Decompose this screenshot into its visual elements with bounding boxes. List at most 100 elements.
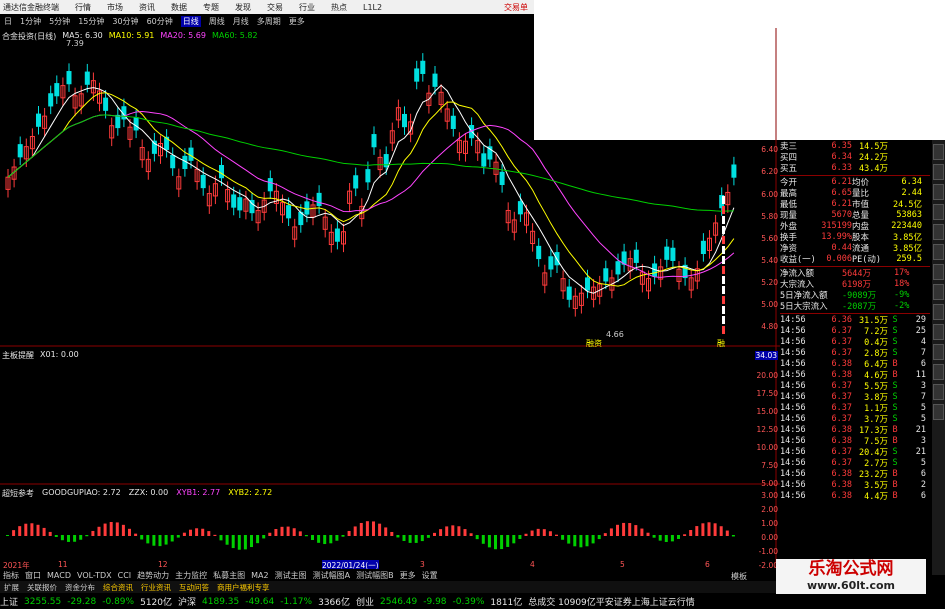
index-name: 上证 bbox=[0, 598, 19, 608]
oscillator-bar bbox=[707, 522, 711, 536]
extension-tab[interactable]: 资金分布 bbox=[65, 582, 95, 593]
side-button[interactable] bbox=[933, 204, 944, 220]
indicator-tab[interactable]: 窗口 bbox=[25, 570, 41, 581]
menu-item-data[interactable]: 数据 bbox=[171, 2, 187, 13]
tick-row: 14:56 6.37 1.1万 S 5 bbox=[780, 402, 930, 414]
indicator-tab[interactable]: 测试幅图A bbox=[313, 570, 350, 581]
order-level: 买五 6.33 43.4万 bbox=[780, 162, 930, 174]
indicator-tab[interactable]: VOL-TDX bbox=[77, 571, 112, 580]
oscillator-bar bbox=[457, 526, 461, 536]
oscillator-bar bbox=[725, 530, 729, 536]
date-tick: 11 bbox=[58, 560, 68, 569]
extension-tab[interactable]: 行业资讯 bbox=[141, 582, 171, 593]
menu-item-news[interactable]: 资讯 bbox=[139, 2, 155, 13]
indicator-tab[interactable]: MA2 bbox=[251, 571, 268, 580]
period-monthly[interactable]: 月线 bbox=[233, 16, 249, 27]
stat-value: 315199 bbox=[821, 220, 852, 231]
menu-item-hot[interactable]: 热点 bbox=[331, 2, 347, 13]
candle-body bbox=[365, 169, 371, 183]
extension-tab[interactable]: 扩展 bbox=[4, 582, 19, 593]
extension-tab[interactable]: 互动问答 bbox=[179, 582, 209, 593]
tick-count: 7 bbox=[920, 391, 926, 402]
indicator-tab[interactable]: 测试幅图B bbox=[356, 570, 394, 581]
axis-tick: 5.60 bbox=[761, 234, 778, 243]
period-day[interactable]: 日 bbox=[4, 16, 12, 27]
period-1min[interactable]: 1分钟 bbox=[20, 16, 41, 27]
oscillator-bar bbox=[384, 527, 388, 536]
tick-count: 5 bbox=[920, 402, 926, 413]
side-button[interactable] bbox=[933, 184, 944, 200]
oscillator-bar bbox=[341, 535, 345, 537]
side-button[interactable] bbox=[933, 164, 944, 180]
oscillator-bar bbox=[42, 527, 46, 536]
indicator-tab[interactable]: 私募主图 bbox=[213, 570, 245, 581]
side-button[interactable] bbox=[933, 404, 944, 420]
tick-count: 21 bbox=[915, 446, 926, 457]
side-button[interactable] bbox=[933, 244, 944, 260]
menu-item-discover[interactable]: 发现 bbox=[235, 2, 251, 13]
kline-chart[interactable]: 7.39 4.66 融资 融 bbox=[0, 28, 780, 568]
stat-row: 净资 0.44 流通 3.85亿 bbox=[780, 242, 930, 254]
side-button[interactable] bbox=[933, 344, 944, 360]
extension-tab[interactable]: 关联报价 bbox=[27, 582, 57, 593]
indicator-tab[interactable]: 设置 bbox=[422, 570, 438, 581]
indicator-tab[interactable]: 更多 bbox=[400, 570, 416, 581]
oscillator-bar bbox=[237, 535, 241, 550]
extension-tab[interactable]: 商用户福利专享 bbox=[217, 582, 270, 593]
indicator-tab[interactable]: CCI bbox=[118, 571, 132, 580]
candle-body bbox=[402, 113, 407, 128]
side-button[interactable] bbox=[933, 324, 944, 340]
side-button[interactable] bbox=[933, 304, 944, 320]
indicator-tab[interactable]: 测试主图 bbox=[275, 570, 307, 581]
menu-item-topic[interactable]: 专题 bbox=[203, 2, 219, 13]
candle-body bbox=[615, 261, 621, 275]
oscillator-bar bbox=[506, 535, 510, 547]
side-button[interactable] bbox=[933, 364, 944, 380]
period-multi[interactable]: 多周期 bbox=[257, 16, 281, 27]
indicator-tab[interactable]: MACD bbox=[47, 571, 71, 580]
indicator-tab[interactable]: 主力监控 bbox=[175, 570, 207, 581]
index-value: 3255.55 bbox=[24, 596, 62, 607]
indicator-tab[interactable]: 趋势动力 bbox=[137, 570, 169, 581]
period-15min[interactable]: 15分钟 bbox=[78, 16, 104, 27]
template-button[interactable]: 模板 bbox=[731, 571, 747, 582]
oscillator-bar bbox=[567, 535, 571, 544]
period-weekly[interactable]: 周线 bbox=[209, 16, 225, 27]
menu-item-industry[interactable]: 行业 bbox=[299, 2, 315, 13]
period-60min[interactable]: 60分钟 bbox=[147, 16, 173, 27]
period-daily[interactable]: 日线 bbox=[180, 16, 201, 27]
flow-row: 净流入额 5644万 17% bbox=[780, 267, 930, 279]
total-volume: 总成交 10909亿平安证券上海上证云行情 bbox=[528, 598, 695, 608]
extension-tab[interactable]: 综合资讯 bbox=[103, 582, 133, 593]
oscillator-bar bbox=[701, 523, 705, 536]
period-5min[interactable]: 5分钟 bbox=[49, 16, 70, 27]
signal-bar bbox=[722, 236, 725, 244]
menu-item-quotes[interactable]: 行情 bbox=[75, 2, 91, 13]
side-button[interactable] bbox=[933, 264, 944, 280]
menu-item-l1l2[interactable]: L1L2 bbox=[363, 3, 382, 12]
candle-body bbox=[36, 113, 41, 127]
tick-row: 14:56 6.37 5.5万 S 3 bbox=[780, 380, 930, 392]
period-more[interactable]: 更多 bbox=[289, 16, 305, 27]
oscillator-bar bbox=[311, 535, 314, 541]
oscillator-bar bbox=[182, 532, 186, 536]
trade-button[interactable]: 交易单 bbox=[504, 2, 528, 13]
side-button[interactable] bbox=[933, 284, 944, 300]
side-toolbar[interactable] bbox=[932, 140, 945, 575]
tick-time: 14:56 bbox=[780, 336, 806, 347]
side-button[interactable] bbox=[933, 384, 944, 400]
candle-body bbox=[231, 194, 237, 208]
menu-item-trade[interactable]: 交易 bbox=[267, 2, 283, 13]
side-button[interactable] bbox=[933, 224, 944, 240]
period-30min[interactable]: 30分钟 bbox=[112, 16, 138, 27]
oscillator-bar bbox=[426, 535, 430, 538]
side-button[interactable] bbox=[933, 144, 944, 160]
tick-row: 14:56 6.38 4.6万 B 11 bbox=[780, 369, 930, 381]
oscillator-bar bbox=[109, 521, 113, 536]
sub2-name: 超短参考 bbox=[2, 489, 34, 498]
indicator-tab[interactable]: 指标 bbox=[3, 570, 19, 581]
menu-item-market[interactable]: 市场 bbox=[107, 2, 123, 13]
date-axis: 2021年 11 12 2022/01/24(一) 3 4 5 6 bbox=[0, 560, 776, 571]
oscillator-bar bbox=[128, 528, 131, 536]
oscillator-bar bbox=[60, 535, 64, 541]
